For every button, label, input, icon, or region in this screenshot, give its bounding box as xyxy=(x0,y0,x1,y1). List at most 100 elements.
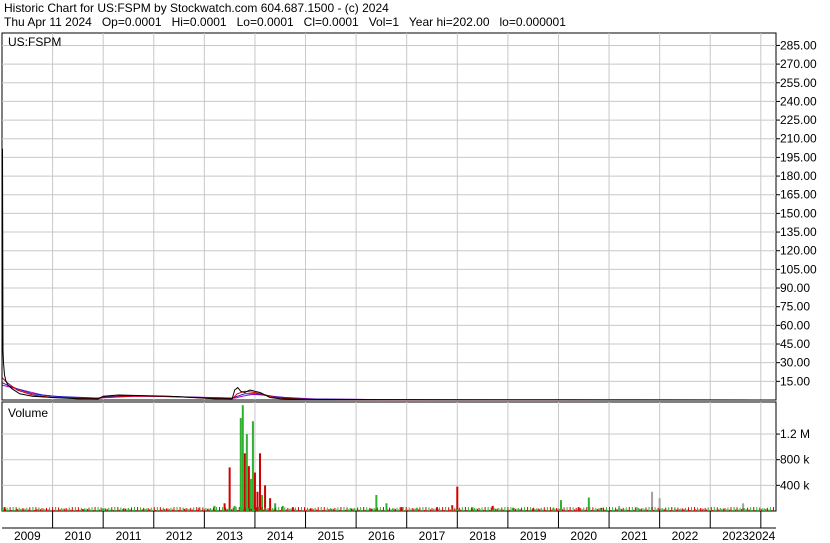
volume-bar-minor xyxy=(753,507,755,511)
volume-bar-minor xyxy=(725,509,727,511)
volume-bar-minor xyxy=(304,507,306,511)
volume-bar-minor xyxy=(114,507,116,511)
volume-bar-minor xyxy=(181,509,183,511)
price-y-tick-label: 120.00 xyxy=(780,244,817,258)
volume-bar-minor xyxy=(42,508,44,511)
volume-bar-minor xyxy=(684,507,686,511)
volume-bar-minor xyxy=(126,508,128,511)
volume-bar-minor xyxy=(498,508,500,511)
volume-bar-minor xyxy=(606,507,608,511)
volume-bar-minor xyxy=(595,507,597,511)
volume-bar-minor xyxy=(79,509,81,511)
volume-bar-minor xyxy=(428,507,430,511)
volume-bar-minor xyxy=(508,509,510,511)
volume-bar-minor xyxy=(222,507,224,511)
volume-bar-minor xyxy=(477,508,479,511)
volume-bar-minor xyxy=(419,507,421,511)
volume-bar-minor xyxy=(99,509,101,511)
volume-bar-minor xyxy=(196,507,198,511)
volume-bar-minor xyxy=(650,509,652,511)
price-y-tick-label: 165.00 xyxy=(780,188,817,202)
volume-bar-minor xyxy=(392,508,394,511)
volume-bar-minor xyxy=(436,508,438,511)
volume-bar-minor xyxy=(495,508,497,511)
volume-bar-minor xyxy=(226,508,228,511)
volume-bar-minor xyxy=(671,507,673,511)
volume-bar-minor xyxy=(601,509,603,511)
volume-bar-minor xyxy=(568,509,570,511)
volume-bar-minor xyxy=(563,507,565,511)
volume-bar-minor xyxy=(217,509,219,511)
volume-bar-minor xyxy=(348,509,350,511)
volume-bar-minor xyxy=(29,507,31,511)
volume-bar-minor xyxy=(558,508,560,511)
volume-y-tick-label: 800 k xyxy=(780,453,810,467)
volume-bar-minor xyxy=(176,507,178,511)
volume-bar-minor xyxy=(475,508,477,511)
volume-bar-minor xyxy=(566,507,568,511)
volume-bar-minor xyxy=(733,507,735,511)
volume-bar-minor xyxy=(272,507,274,511)
volume-bar-minor xyxy=(443,509,445,511)
volume-bar-minor xyxy=(65,508,67,511)
volume-bar-minor xyxy=(745,509,747,511)
volume-bar-minor xyxy=(94,507,96,511)
volume-bar-minor xyxy=(505,509,507,511)
volume-bar-minor xyxy=(270,508,272,511)
volume-bar-minor xyxy=(338,509,340,511)
price-y-tick-label: 15.00 xyxy=(780,374,810,388)
volume-bar-minor xyxy=(162,507,164,511)
volume-bar-minor xyxy=(619,508,621,511)
volume-bar xyxy=(241,405,244,511)
volume-bar-minor xyxy=(654,507,656,511)
volume-bar-minor xyxy=(539,508,541,511)
volume-bar-minor xyxy=(433,508,435,511)
x-tick-label: 2013 xyxy=(216,529,243,543)
volume-bar-minor xyxy=(700,508,702,511)
volume-bar-minor xyxy=(772,507,774,511)
volume-bar-minor xyxy=(527,507,529,511)
volume-bar-minor xyxy=(518,508,519,511)
volume-bar-minor xyxy=(165,508,167,511)
volume-bar-minor xyxy=(296,509,298,511)
volume-legend: Volume xyxy=(8,406,48,420)
volume-bar-minor xyxy=(305,509,307,511)
volume-bar-minor xyxy=(625,507,627,511)
price-y-tick-label: 270.00 xyxy=(780,57,817,71)
volume-bar-minor xyxy=(158,509,160,511)
volume-bar-minor xyxy=(300,507,302,511)
volume-bar-minor xyxy=(577,508,579,511)
volume-bar-minor xyxy=(525,509,527,511)
volume-bar-minor xyxy=(364,509,366,511)
volume-bar-minor xyxy=(6,507,8,511)
volume-bar-minor xyxy=(718,509,720,511)
volume-bar-minor xyxy=(549,507,551,511)
volume-bar-minor xyxy=(155,509,157,511)
volume-bar-minor xyxy=(190,507,192,511)
volume-bar-minor xyxy=(716,507,718,511)
price-y-tick-label: 45.00 xyxy=(780,337,810,351)
volume-bar-minor xyxy=(470,507,472,511)
price-y-tick-label: 180.00 xyxy=(780,169,817,183)
volume-bar-minor xyxy=(382,507,384,511)
volume-bar-minor xyxy=(616,509,618,511)
volume-bar-minor xyxy=(486,509,488,511)
volume-bar-minor xyxy=(144,508,146,511)
volume-bar-minor xyxy=(727,507,729,511)
volume-bar-minor xyxy=(56,509,58,511)
x-tick-label: 2014 xyxy=(267,529,294,543)
volume-bar-minor xyxy=(407,509,409,511)
volume-bar-minor xyxy=(23,508,25,511)
volume-bar-minor xyxy=(331,508,333,511)
volume-bar-minor xyxy=(278,507,280,511)
volume-bar-minor xyxy=(297,507,299,511)
volume-bar-minor xyxy=(405,507,407,511)
volume-bar-minor xyxy=(434,508,436,511)
volume-bar-minor xyxy=(429,509,431,511)
volume-bar-minor xyxy=(14,509,16,511)
volume-bar-minor xyxy=(736,507,738,511)
volume-bar-minor xyxy=(319,509,321,511)
volume-bar-minor xyxy=(759,507,761,511)
volume-bar-minor xyxy=(425,507,427,511)
volume-bar-minor xyxy=(32,507,34,511)
